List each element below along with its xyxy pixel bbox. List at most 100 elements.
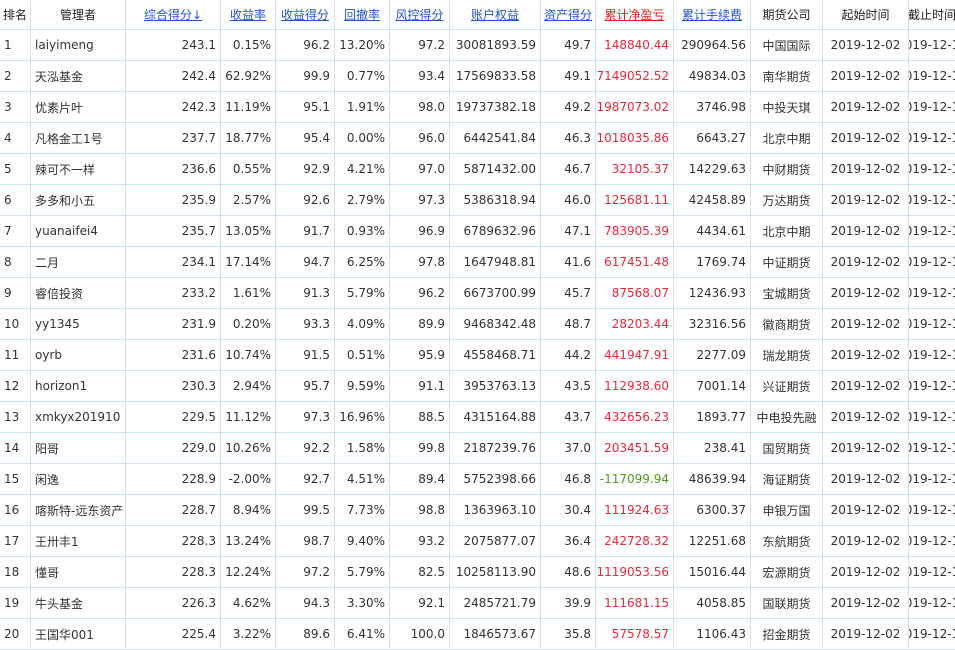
equity-cell: 10258113.90 [450, 557, 541, 587]
manager-link[interactable]: 凡格金工1号 [31, 123, 126, 153]
start-date-cell: 2019-12-02 [823, 371, 909, 401]
asset-score-cell: 43.5 [541, 371, 596, 401]
equity-cell: 6673700.99 [450, 278, 541, 308]
manager-link[interactable]: 王国华001 [31, 619, 126, 649]
asset-score-cell: 39.9 [541, 588, 596, 618]
end-date-cell: 2019-12-12 [909, 286, 955, 300]
total-score-cell: 228.9 [126, 464, 221, 494]
net-pnl-cell: -117099.94 [596, 464, 674, 494]
manager-link[interactable]: 优素片叶 [31, 92, 126, 122]
start-date-cell: 2019-12-02 [823, 30, 909, 60]
manager-link[interactable]: yuanaifei4 [31, 216, 126, 246]
fees-cell: 290964.56 [674, 30, 751, 60]
broker-cell: 中财期货 [751, 154, 823, 184]
manager-link[interactable]: xmkyx201910 [31, 402, 126, 432]
net-pnl-cell: 242728.32 [596, 526, 674, 556]
broker-cell: 东航期货 [751, 526, 823, 556]
start-date-cell: 2019-12-02 [823, 123, 909, 153]
broker-cell: 南华期货 [751, 61, 823, 91]
table-row: 12 horizon1 230.3 2.94% 95.7 9.59% 91.1 3953763… [0, 371, 955, 402]
manager-link[interactable]: oyrb [31, 340, 126, 370]
drawdown-cell: 5.79% [335, 278, 390, 308]
manager-link[interactable]: 牛头基金 [31, 588, 126, 618]
start-date-cell: 2019-12-02 [823, 154, 909, 184]
equity-cell: 6442541.84 [450, 123, 541, 153]
return-rate-cell: 62.92% [221, 61, 276, 91]
sort-return-rate[interactable]: 收益率 [221, 0, 276, 29]
return-rate-cell: 18.77% [221, 123, 276, 153]
table-row: 13 xmkyx201910 229.5 11.12% 97.3 16.96% 88.5 43… [0, 402, 955, 433]
manager-link[interactable]: 闲逸 [31, 464, 126, 494]
sort-net-pnl[interactable]: 累计净盈亏 [596, 0, 674, 29]
start-date-cell: 2019-12-02 [823, 278, 909, 308]
rank-cell: 16 [0, 495, 31, 525]
end-date-cell: 2019-12-12 [909, 565, 955, 579]
equity-cell: 1647948.81 [450, 247, 541, 277]
end-date-cell: 2019-12-12 [909, 193, 955, 207]
equity-cell: 1363963.10 [450, 495, 541, 525]
return-rate-cell: 3.22% [221, 619, 276, 649]
total-score-cell: 242.3 [126, 92, 221, 122]
risk-score-cell: 96.2 [390, 278, 450, 308]
manager-link[interactable]: 王卅丰1 [31, 526, 126, 556]
return-score-cell: 95.4 [276, 123, 335, 153]
start-date-cell: 2019-12-02 [823, 247, 909, 277]
asset-score-cell: 41.6 [541, 247, 596, 277]
fees-cell: 6300.37 [674, 495, 751, 525]
drawdown-cell: 4.51% [335, 464, 390, 494]
risk-score-cell: 97.0 [390, 154, 450, 184]
return-rate-cell: 1.61% [221, 278, 276, 308]
start-date-cell: 2019-12-02 [823, 464, 909, 494]
drawdown-cell: 4.21% [335, 154, 390, 184]
rank-cell: 2 [0, 61, 31, 91]
ranking-table: 排名 管理者 综合得分↓ 收益率 收益得分 回撤率 风控得分 账户权益 资产得分… [0, 0, 955, 650]
broker-cell: 宝城期货 [751, 278, 823, 308]
drawdown-cell: 0.51% [335, 340, 390, 370]
net-pnl-cell: 32105.37 [596, 154, 674, 184]
asset-score-cell: 49.2 [541, 92, 596, 122]
manager-link[interactable]: 二月 [31, 247, 126, 277]
net-pnl-cell: 28203.44 [596, 309, 674, 339]
table-row: 3 优素片叶 242.3 11.19% 95.1 1.91% 98.0 19737382.18… [0, 92, 955, 123]
manager-link[interactable]: 天泓基金 [31, 61, 126, 91]
drawdown-cell: 16.96% [335, 402, 390, 432]
broker-cell: 徽商期货 [751, 309, 823, 339]
manager-link[interactable]: laiyimeng [31, 30, 126, 60]
return-score-cell: 99.5 [276, 495, 335, 525]
sort-fees[interactable]: 累计手续费 [674, 0, 751, 29]
sort-equity[interactable]: 账户权益 [450, 0, 541, 29]
manager-link[interactable]: 多多和小五 [31, 185, 126, 215]
end-date-cell: 2019-12-12 [909, 534, 955, 548]
net-pnl-cell: 617451.48 [596, 247, 674, 277]
manager-link[interactable]: yy1345 [31, 309, 126, 339]
return-rate-cell: 13.24% [221, 526, 276, 556]
rank-cell: 15 [0, 464, 31, 494]
manager-link[interactable]: 喀斯特-远东资产 [31, 495, 126, 525]
sort-total-score[interactable]: 综合得分↓ [126, 0, 221, 29]
manager-link[interactable]: 懂哥 [31, 557, 126, 587]
risk-score-cell: 91.1 [390, 371, 450, 401]
total-score-cell: 235.9 [126, 185, 221, 215]
drawdown-cell: 0.77% [335, 61, 390, 91]
sort-risk-score[interactable]: 风控得分 [390, 0, 450, 29]
risk-score-cell: 100.0 [390, 619, 450, 649]
manager-link[interactable]: 阳哥 [31, 433, 126, 463]
return-rate-cell: -2.00% [221, 464, 276, 494]
total-score-cell: 235.7 [126, 216, 221, 246]
equity-cell: 5871432.00 [450, 154, 541, 184]
equity-cell: 30081893.59 [450, 30, 541, 60]
total-score-cell: 233.2 [126, 278, 221, 308]
return-score-cell: 97.3 [276, 402, 335, 432]
manager-link[interactable]: 睿倍投资 [31, 278, 126, 308]
fees-cell: 48639.94 [674, 464, 751, 494]
end-date-cell: 2019-12-12 [909, 255, 955, 269]
sort-return-score[interactable]: 收益得分 [276, 0, 335, 29]
sort-asset-score[interactable]: 资产得分 [541, 0, 596, 29]
sort-drawdown[interactable]: 回撤率 [335, 0, 390, 29]
asset-score-cell: 36.4 [541, 526, 596, 556]
equity-cell: 6789632.96 [450, 216, 541, 246]
total-score-cell: 231.9 [126, 309, 221, 339]
manager-link[interactable]: 辣可不一样 [31, 154, 126, 184]
risk-score-cell: 89.9 [390, 309, 450, 339]
manager-link[interactable]: horizon1 [31, 371, 126, 401]
